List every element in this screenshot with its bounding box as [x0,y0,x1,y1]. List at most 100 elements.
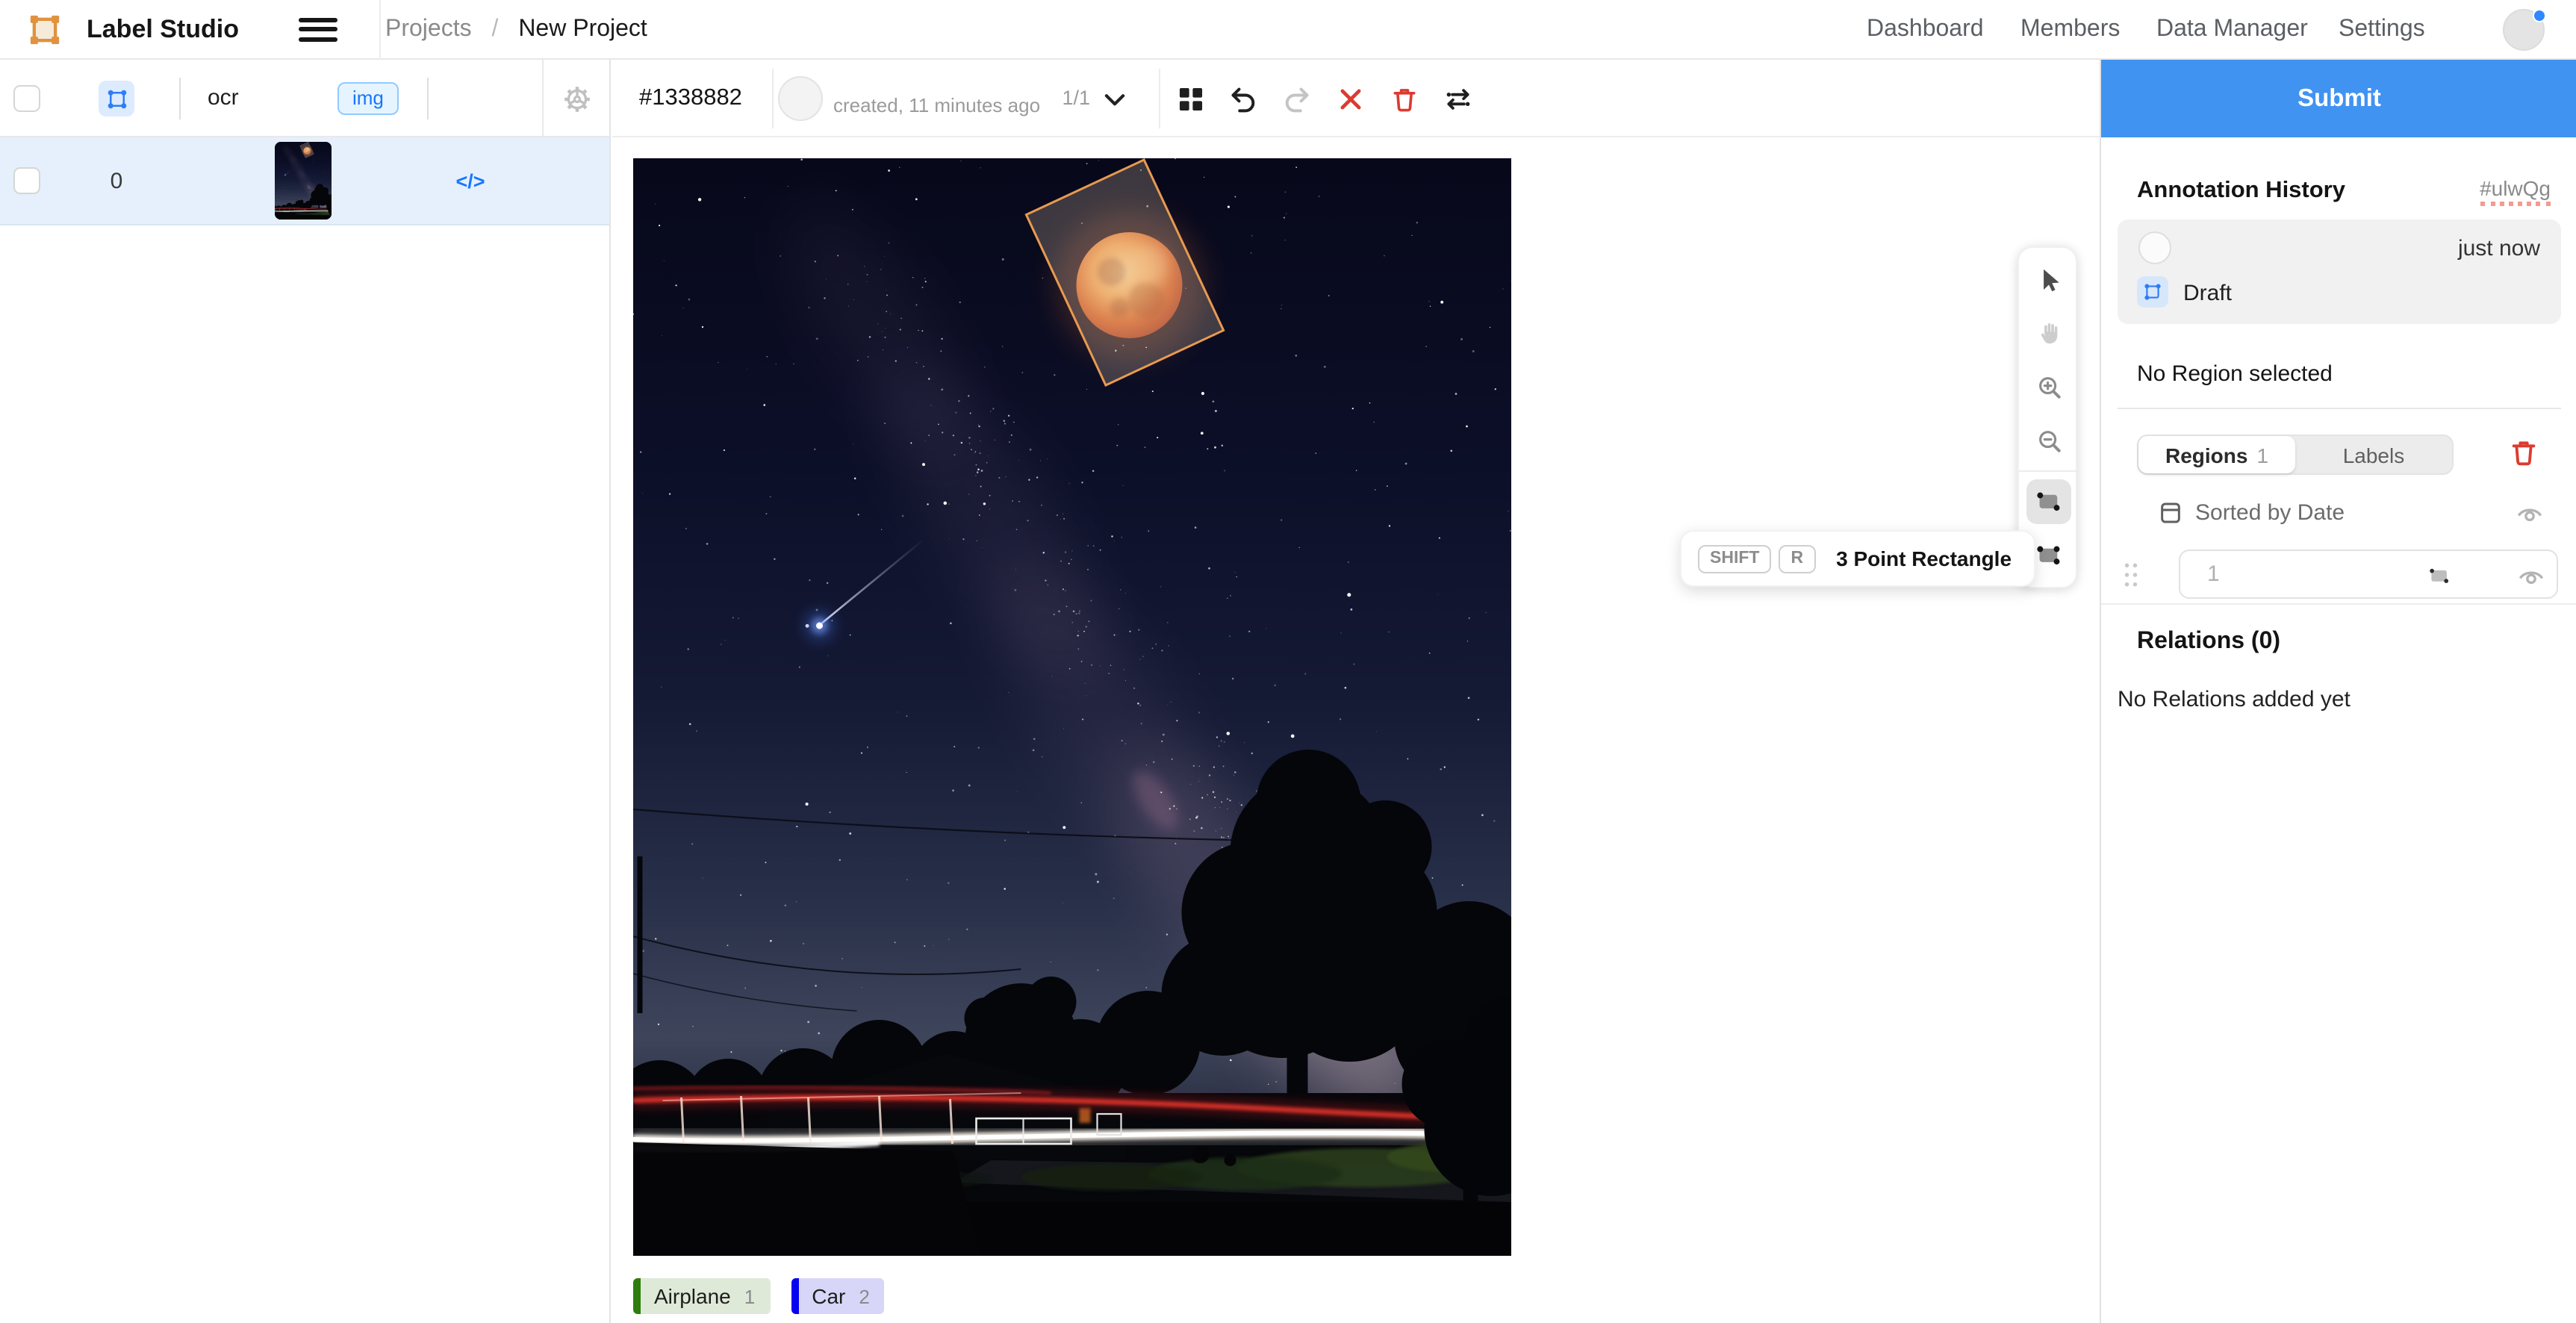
top-navbar: Label Studio Projects / New Project Dash… [0,0,2576,60]
annotation-pager: 1/1 [1042,60,1090,137]
nav-link-members[interactable]: Members [2020,0,2120,60]
bounding-box-icon [105,87,128,110]
task-list-header: ocr img [0,60,609,137]
delete-regions-button[interactable] [2509,438,2539,467]
select-all-checkbox[interactable] [13,85,40,112]
delete-annotation-button[interactable] [1383,78,1425,119]
redo-icon [1282,84,1310,113]
cursor-icon [2035,265,2063,293]
cross-icon [1336,84,1364,113]
region-index: 1 [2207,561,2220,587]
tooltip-label: 3 Point Rectangle [1836,547,2012,570]
relations-empty-text: No Relations added yet [2118,687,2351,712]
transfer-button[interactable] [1437,78,1478,119]
r-key-hint: R [1779,544,1815,573]
task-row-selected[interactable]: 0 </> [0,137,609,225]
nav-link-settings[interactable]: Settings [2339,0,2425,60]
shift-key-hint: SHIFT [1698,544,1771,573]
undo-icon [1228,84,1257,113]
region-list-item: 1 [2101,550,2576,603]
user-avatar[interactable] [2503,9,2545,51]
2-point-rectangle-icon [2035,488,2063,516]
3-point-rectangle-icon [2035,541,2063,570]
label-chips: Airplane 1 Car 2 [633,1278,885,1314]
annotation-workspace: #1338882 created, 11 minutes ago 1/1 [612,60,2100,1323]
annotation-sidebar: Submit Annotation History #ulwQg just no… [2100,60,2576,1323]
regions-labels-tabs: Regions 1 Labels [2137,435,2454,475]
undo-button[interactable] [1222,78,1263,119]
task-id: #1338882 [639,60,742,137]
zoom-in-icon [2035,373,2063,401]
label-color-bar [633,1278,641,1314]
tab-labels[interactable]: Labels [2295,436,2452,473]
sort-by-date-icon [2158,500,2183,526]
rectangle-region-icon [2427,563,2452,588]
regions-tab-label: Regions [2165,443,2247,467]
regions-count: 1 [2256,443,2268,467]
task-checkbox[interactable] [13,167,40,194]
label-hotkey: 2 [859,1285,869,1307]
annotation-id-link[interactable]: #ulwQg [2480,176,2551,206]
columns-settings-button[interactable] [542,60,611,137]
hamburger-menu-icon[interactable] [299,18,337,42]
label-chip-car[interactable]: Car 2 [791,1278,885,1314]
select-tool-button[interactable] [2019,252,2079,306]
nav-link-dashboard[interactable]: Dashboard [1867,0,1984,60]
label-color-bar [791,1278,798,1314]
annotator-avatar[interactable] [778,76,823,121]
tab-regions[interactable]: Regions 1 [2138,436,2295,473]
task-list-panel: ocr img 0 </> [0,60,611,1323]
pan-tool-button[interactable] [2019,306,2079,360]
zoom-out-tool-button[interactable] [2019,414,2079,467]
breadcrumb: Projects / New Project [385,0,647,60]
label-name: Car [812,1284,845,1308]
label-chip-airplane[interactable]: Airplane 1 [633,1278,770,1314]
draft-status-icon [2137,276,2168,308]
header-divider [427,78,429,119]
toggle-all-visibility-eye-icon[interactable] [2515,499,2545,529]
grid-icon [1176,84,1204,113]
gear-icon [561,83,593,114]
region-item[interactable]: 1 [2179,550,2558,599]
history-entry[interactable]: just now Draft [2118,220,2561,324]
task-thumbnail[interactable] [275,142,332,220]
rectangle-tool-button[interactable] [2019,475,2079,529]
selected-tool-highlight [2026,479,2071,524]
zoom-out-icon [2035,426,2063,455]
history-avatar [2138,231,2171,264]
reset-button[interactable] [1329,78,1371,119]
annotation-history-header: Annotation History #ulwQg [2137,176,2551,206]
sorted-by-date-button[interactable]: Sorted by Date [2195,500,2345,526]
redo-button[interactable] [1275,78,1317,119]
labels-tab-label: Labels [2343,443,2405,467]
no-region-text: No Region selected [2137,361,2333,387]
navbar-divider [379,0,381,60]
relations-title: Relations (0) [2137,629,2280,656]
grid-view-button[interactable] [1169,78,1211,119]
code-icon[interactable]: </> [448,137,493,225]
breadcrumb-projects[interactable]: Projects [385,16,472,42]
history-time: just now [2458,236,2540,261]
submit-button[interactable]: Submit [2101,60,2576,137]
label-name: Airplane [654,1284,731,1308]
bbox-column-icon[interactable] [99,81,134,116]
region-visibility-eye-icon[interactable] [2516,561,2546,591]
app-title: Label Studio [87,0,239,60]
sidebar-divider [2118,408,2561,409]
image-annotation-canvas[interactable] [633,158,1511,1256]
toolbar-divider [772,69,774,128]
column-ocr-label[interactable]: ocr [208,60,239,137]
tool-tooltip: SHIFT R 3 Point Rectangle [1680,530,2035,587]
chevron-down-icon[interactable] [1101,85,1129,113]
zoom-in-tool-button[interactable] [2019,360,2079,414]
sidebar-divider [2101,603,2576,605]
breadcrumb-current-project: New Project [518,16,647,42]
header-divider [179,78,181,119]
img-tag-badge: img [337,82,399,115]
created-timestamp: created, 11 minutes ago [833,94,1040,116]
drag-handle-icon[interactable] [2122,560,2140,590]
nav-link-data-manager[interactable]: Data Manager [2156,0,2308,60]
hand-icon [2035,319,2063,347]
notification-dot [2533,9,2546,22]
label-hotkey: 1 [744,1285,755,1307]
